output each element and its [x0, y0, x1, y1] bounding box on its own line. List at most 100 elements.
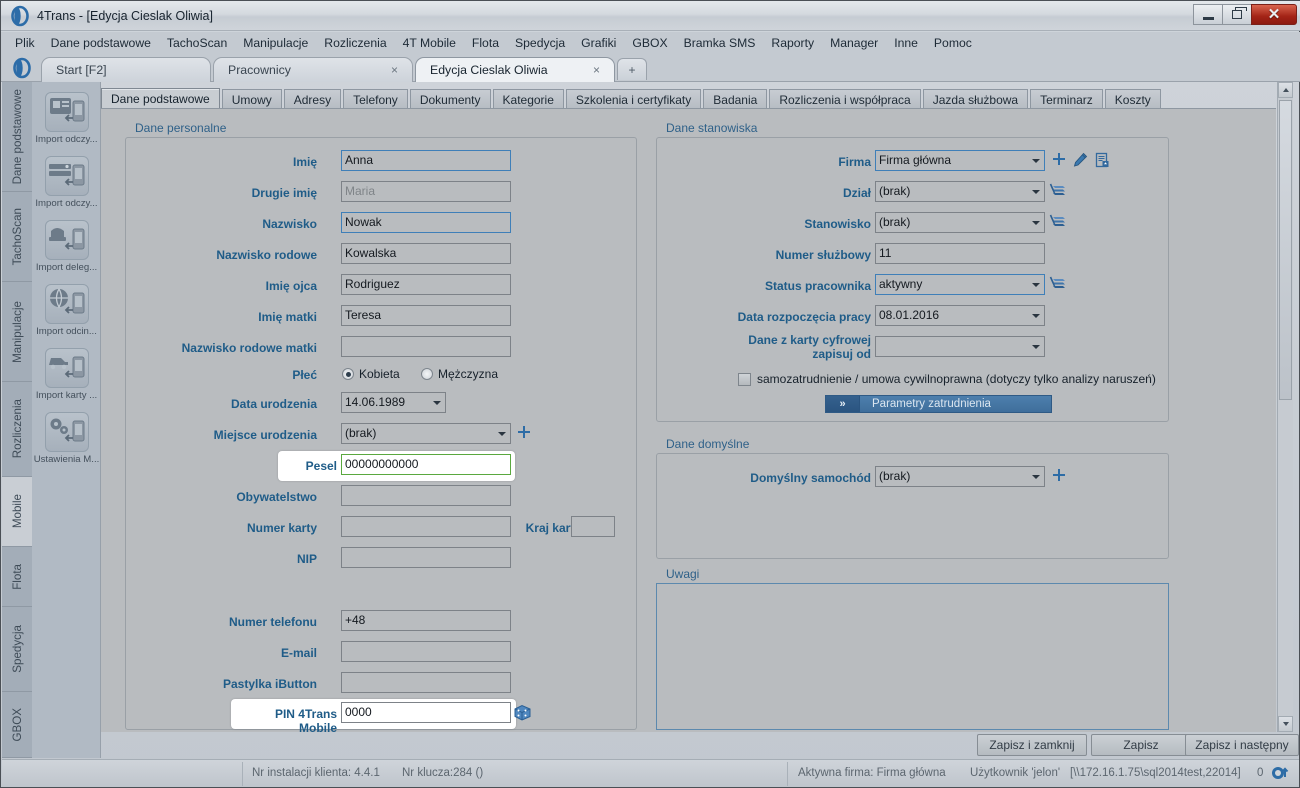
icon-button-2[interactable]: Import deleg... [32, 220, 101, 273]
record-tab-badania[interactable]: Badania [703, 89, 768, 109]
textarea-uwagi[interactable] [656, 583, 1169, 730]
input-firma[interactable]: Firma główna [875, 150, 1045, 171]
input-numer-sluzbowy[interactable]: 11 [875, 243, 1045, 264]
menu-item-bramka-sms[interactable]: Bramka SMS [676, 34, 764, 52]
module-tab-flota[interactable]: Flota [2, 547, 32, 607]
input-imie-ojca[interactable]: Rodriguez [341, 274, 511, 295]
parametry-zatrudnienia-button[interactable]: » Parametry zatrudnienia [825, 395, 1052, 413]
icon-button-0[interactable]: Import odczy... [32, 92, 101, 145]
dice-icon[interactable] [513, 703, 532, 725]
record-tab-szkolenia-i-certyfikaty[interactable]: Szkolenia i certyfikaty [565, 89, 702, 109]
input-imie[interactable]: Anna [341, 150, 511, 171]
record-tab-umowy[interactable]: Umowy [221, 89, 282, 109]
module-tab-gbox[interactable]: GBOX [2, 692, 32, 758]
document-tab-2[interactable]: Edycja Cieslak Oliwia × [415, 57, 615, 82]
add-firma-button[interactable] [1051, 152, 1067, 171]
menu-item-raporty[interactable]: Raporty [763, 34, 822, 52]
record-tab-adresy[interactable]: Adresy [283, 89, 342, 109]
radio-plec-kobieta[interactable]: Kobieta [342, 367, 400, 381]
input-nazwisko-rodowe[interactable]: Kowalska [341, 243, 511, 264]
menu-item-plik[interactable]: Plik [7, 34, 43, 52]
module-tab-mobile[interactable]: Mobile [2, 477, 32, 547]
input-dzial[interactable]: (brak) [875, 181, 1045, 202]
input-numer-karty[interactable] [341, 516, 511, 537]
input-pesel[interactable]: 00000000000 [341, 454, 511, 475]
menu-item-rozliczenia[interactable]: Rozliczenia [316, 34, 394, 52]
save-button[interactable]: Zapisz [1091, 734, 1191, 756]
input-pin-4trans-mobile[interactable]: 0000 [341, 702, 511, 723]
scrollbar-thumb[interactable] [1279, 100, 1292, 400]
document-tab-0[interactable]: Start [F2] [41, 57, 211, 82]
input-obywatelstwo[interactable] [341, 485, 511, 506]
menu-item-tachoscan[interactable]: TachoScan [159, 34, 235, 52]
record-tab-telefony[interactable]: Telefony [343, 89, 408, 109]
document-tab-1[interactable]: Pracownicy × [213, 57, 413, 82]
data-urodzenia-value: 14.06.1989 [345, 395, 406, 409]
input-status-pracownika[interactable]: aktywny [875, 274, 1045, 295]
input-stanowisko[interactable]: (brak) [875, 212, 1045, 233]
dzial-list-button[interactable] [1049, 181, 1067, 202]
input-nazwisko[interactable]: Nowak [341, 212, 511, 233]
status-pracownika-list-button[interactable] [1049, 274, 1067, 295]
icon-button-4[interactable]: Import karty ... [32, 348, 101, 401]
module-tab-rozliczenia[interactable]: Rozliczenia [2, 382, 32, 477]
firma-document-button[interactable] [1094, 152, 1110, 171]
record-tab-dokumenty[interactable]: Dokumenty [409, 89, 491, 109]
icon-button-1[interactable]: Import odczy... [32, 156, 101, 209]
add-domyslny-samochod-button[interactable] [1051, 468, 1067, 487]
checkbox-samozatrudnienie[interactable]: samozatrudnienie / umowa cywilnoprawna (… [738, 372, 1156, 386]
record-tab-kategorie[interactable]: Kategorie [492, 89, 564, 109]
save-and-close-button[interactable]: Zapisz i zamknij [977, 734, 1087, 756]
input-nip[interactable] [341, 547, 511, 568]
input-imie-matki[interactable]: Teresa [341, 305, 511, 326]
menu-item-manager[interactable]: Manager [822, 34, 886, 52]
module-tab-tachoscan[interactable]: TachoScan [2, 192, 32, 282]
menu-item-pomoc[interactable]: Pomoc [926, 34, 980, 52]
input-dane-z-karty-cyfrowej[interactable] [875, 336, 1045, 357]
input-pastylka-ibutton[interactable] [341, 672, 511, 693]
input-data-urodzenia[interactable]: 14.06.1989 [341, 392, 446, 413]
menu-item-dane-podstawowe[interactable]: Dane podstawowe [43, 34, 159, 52]
stanowisko-list-button[interactable] [1049, 212, 1067, 233]
icon-button-5[interactable]: Ustawienia M... [32, 412, 101, 465]
module-tab-manipulacje[interactable]: Manipulacje [2, 282, 32, 382]
restore-button[interactable] [1222, 4, 1252, 25]
record-tab-koszty[interactable]: Koszty [1104, 89, 1161, 109]
save-and-next-button[interactable]: Zapisz i następny [1185, 734, 1299, 756]
menu-item-flota[interactable]: Flota [464, 34, 507, 52]
content-vertical-scrollbar[interactable] [1277, 82, 1293, 732]
radio-plec-mezczyzna[interactable]: Mężczyzna [421, 367, 498, 381]
add-miejsce-urodzenia-button[interactable] [516, 425, 532, 444]
menu-item-4t-mobile[interactable]: 4T Mobile [395, 34, 464, 52]
input-nazwisko-rodowe-matki[interactable] [341, 336, 511, 357]
record-tab-dane-podstawowe[interactable]: Dane podstawowe [101, 88, 220, 109]
input-numer-telefonu[interactable]: +48 [341, 610, 511, 631]
status-sync-icon[interactable] [1270, 764, 1292, 785]
application-window: 4Trans - [Edycja Cieslak Oliwia] ✕ Plik D… [0, 0, 1300, 788]
input-miejsce-urodzenia[interactable]: (brak) [341, 423, 511, 444]
edit-firma-button[interactable] [1072, 152, 1088, 171]
scroll-up-button[interactable] [1278, 82, 1293, 98]
input-data-rozpoczecia-pracy[interactable]: 08.01.2016 [875, 305, 1045, 326]
scroll-down-button[interactable] [1278, 716, 1293, 732]
input-kraj-karty[interactable] [571, 516, 615, 537]
module-tab-spedycja[interactable]: Spedycja [2, 607, 32, 692]
new-tab-button[interactable]: + [617, 58, 647, 80]
close-icon[interactable]: × [593, 63, 600, 77]
record-tab-terminarz[interactable]: Terminarz [1030, 89, 1103, 109]
menu-item-grafiki[interactable]: Grafiki [573, 34, 624, 52]
menu-item-gbox[interactable]: GBOX [624, 34, 675, 52]
menu-item-manipulacje[interactable]: Manipulacje [235, 34, 316, 52]
icon-button-3[interactable]: Import odcin... [32, 284, 101, 337]
record-tab-jazda-s-u-bowa[interactable]: Jazda służbowa [922, 89, 1029, 109]
minimize-button[interactable] [1193, 4, 1223, 25]
close-button[interactable]: ✕ [1251, 4, 1297, 25]
input-drugie-imie[interactable]: Maria [341, 181, 511, 202]
input-domyslny-samochod[interactable]: (brak) [875, 466, 1045, 487]
record-tab-rozliczenia-i-wsp-praca[interactable]: Rozliczenia i współpraca [769, 89, 921, 109]
module-tab-dane-podstawowe[interactable]: Dane podstawowe [2, 82, 32, 192]
input-email[interactable] [341, 641, 511, 662]
menu-item-inne[interactable]: Inne [886, 34, 926, 52]
menu-item-spedycja[interactable]: Spedycja [507, 34, 573, 52]
close-icon[interactable]: × [391, 63, 398, 77]
